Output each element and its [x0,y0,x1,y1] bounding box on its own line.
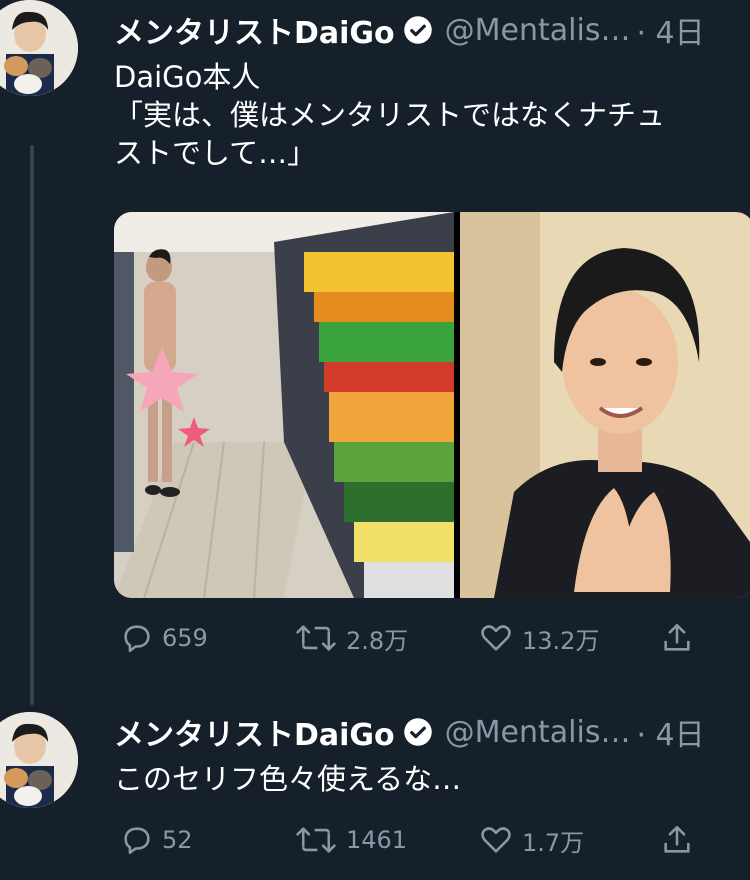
like-button[interactable]: 13.2万 [478,618,599,658]
photo-supermarket [114,212,454,598]
share-button[interactable] [660,618,702,658]
verified-badge-icon [403,16,432,44]
avatar[interactable] [0,0,78,96]
handle[interactable]: @Mentalis… [445,13,631,48]
media-images [114,212,750,598]
thread-line [30,145,34,705]
tweet-text: このセリフ色々使えるな… [114,762,462,796]
tweet-media[interactable] [114,212,750,598]
display-name[interactable]: メンタリストDaiGo [114,710,395,754]
retweet-button[interactable]: 1461 [294,820,407,860]
handle[interactable]: @Mentalis… [445,715,631,750]
reply-count: 659 [162,624,208,652]
display-name[interactable]: メンタリストDaiGo [114,8,395,52]
reply-count: 52 [162,826,193,854]
retweet-icon [296,625,336,651]
heart-icon [481,827,511,853]
retweet-count: 2.8万 [346,626,409,655]
heart-icon [481,625,511,651]
tweet-actions: 659 2.8万 13.2万 [114,618,750,658]
tweet-header: メンタリストDaiGo @Mentalis… · 4日 [114,710,705,754]
like-count: 13.2万 [522,626,600,655]
tweet-actions: 52 1461 1.7万 [114,820,750,860]
avatar-image [0,712,78,808]
like-count: 1.7万 [522,828,585,857]
retweet-icon [296,827,336,853]
retweet-count: 1461 [346,826,408,854]
share-icon [664,623,690,651]
reply-button[interactable]: 659 [120,618,208,658]
retweet-button[interactable]: 2.8万 [294,618,408,658]
avatar-image [0,0,78,96]
reply-icon [124,625,150,653]
reply-icon [124,827,150,855]
share-button[interactable] [660,820,702,860]
timestamp[interactable]: · 4日 [636,710,704,754]
reply-button[interactable]: 52 [120,820,193,860]
share-icon [664,825,690,853]
photo-portrait [460,212,750,598]
like-button[interactable]: 1.7万 [478,820,584,860]
tweet-header: メンタリストDaiGo @Mentalis… · 4日 [114,8,705,52]
timestamp[interactable]: · 4日 [636,8,704,52]
tweet-text: DaiGo本人 「実は、僕はメンタリストではなくナチュ ストでして…」 [114,60,666,170]
avatar[interactable] [0,712,78,808]
verified-badge-icon [403,718,432,746]
